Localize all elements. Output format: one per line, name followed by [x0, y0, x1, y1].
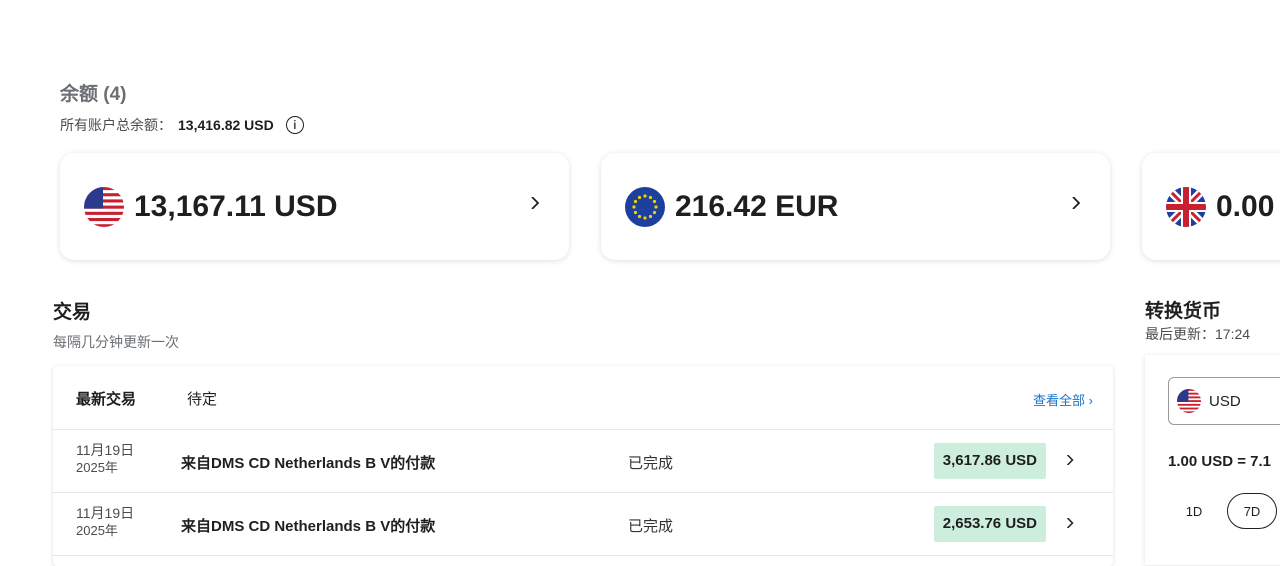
transaction-date: 11月19日 2025年 [76, 505, 134, 539]
balance-amount-eur: 216.42 EUR [675, 189, 839, 223]
transaction-status: 已完成 [628, 455, 674, 472]
transaction-day: 11月19日 [76, 505, 135, 521]
info-icon[interactable]: i [285, 116, 304, 134]
transaction-year: 2025年 [76, 460, 118, 475]
eu-flag-icon [625, 186, 665, 227]
total-balance: 所有账户总余额： 13,416.82 USD i [60, 115, 304, 135]
transactions-title: 交易 [53, 302, 92, 323]
range-1d[interactable]: 1D [1169, 493, 1219, 529]
us-flag-icon [84, 186, 124, 227]
convert-panel: USD 1.00 USD = 7.1 1D 7D [1145, 355, 1280, 565]
transactions-tabs: 最新交易 待定 查看全部 › [53, 366, 1113, 430]
exchange-rate: 1.00 USD = 7.1 [1168, 453, 1271, 470]
transaction-amount: 3,617.86 USD [933, 443, 1046, 479]
total-balance-amount: 13,416.82 USD [178, 117, 274, 133]
us-flag-icon [1177, 389, 1201, 413]
balance-amount-gbp: 0.00 [1216, 189, 1275, 223]
balance-card-usd[interactable]: 13,167.11 USD [60, 153, 569, 260]
chevron-right-icon[interactable] [1065, 518, 1075, 528]
transactions-subtitle: 每隔几分钟更新一次 [53, 334, 179, 350]
tab-pending[interactable]: 待定 [187, 388, 217, 409]
total-balance-label: 所有账户总余额： [60, 117, 172, 133]
balance-amount-usd: 13,167.11 USD [134, 189, 338, 223]
transaction-date: 11月19日 2025年 [76, 442, 134, 476]
range-7d[interactable]: 7D [1227, 493, 1277, 529]
transaction-status: 已完成 [628, 518, 674, 535]
convert-updated: 最后更新：17:24 [1145, 326, 1251, 342]
currency-select-value: USD [1209, 392, 1241, 410]
transaction-description: 来自DMS CD Netherlands B V的付款 [181, 518, 436, 535]
chevron-right-icon[interactable] [1065, 455, 1075, 465]
chevron-right-icon [1072, 197, 1081, 209]
convert-title: 转换货币 [1145, 301, 1222, 322]
uk-flag-icon [1166, 186, 1206, 227]
transaction-row[interactable]: 11月19日 2025年 来自DMS CD Netherlands B V的付款… [53, 493, 1113, 556]
transactions-panel: 最新交易 待定 查看全部 › 11月19日 2025年 来自DMS CD Net… [53, 366, 1113, 566]
view-all-link[interactable]: 查看全部 › [1033, 390, 1093, 409]
transaction-description: 来自DMS CD Netherlands B V的付款 [181, 455, 436, 472]
transaction-year: 2025年 [76, 523, 118, 538]
balances-title: 余额 (4) [60, 84, 127, 105]
tab-latest[interactable]: 最新交易 [76, 388, 136, 409]
balance-card-gbp[interactable]: 0.00 [1142, 153, 1280, 260]
chevron-right-icon [531, 197, 540, 209]
currency-select[interactable]: USD [1168, 377, 1280, 425]
balance-card-eur[interactable]: 216.42 EUR [601, 153, 1110, 260]
transaction-amount: 2,653.76 USD [933, 506, 1046, 542]
transaction-row[interactable]: 11月19日 2025年 来自DMS CD Netherlands B V的付款… [53, 430, 1113, 493]
transaction-day: 11月19日 [76, 442, 135, 458]
